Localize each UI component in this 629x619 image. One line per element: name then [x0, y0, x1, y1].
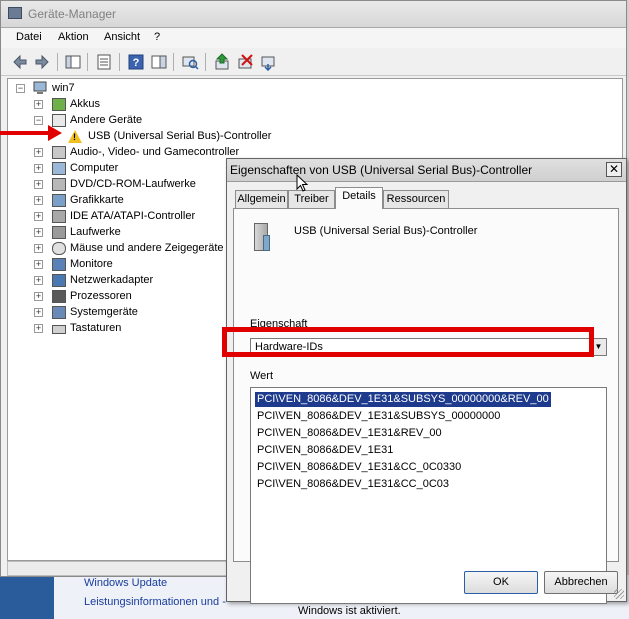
tree-item-label: Computer [70, 162, 119, 174]
update-driver-icon[interactable] [213, 53, 231, 71]
show-hide-console-tree-icon[interactable] [64, 53, 82, 71]
tree-item-label: Prozessoren [70, 290, 132, 302]
battery-icon [52, 98, 66, 111]
tree-item-label: IDE ATA/ATAPI-Controller [70, 210, 196, 222]
title-bar[interactable]: Geräte-Manager [1, 1, 626, 28]
network-adapter-icon [52, 274, 66, 287]
mouse-icon [52, 242, 66, 255]
expand-icon[interactable]: + [34, 308, 43, 317]
value-label: Wert [250, 370, 274, 382]
forward-icon[interactable] [33, 53, 51, 71]
list-item[interactable]: PCI\VEN_8086&DEV_1E31&SUBSYS_00000000 [257, 409, 500, 424]
toolbar: ? [1, 49, 626, 76]
tree-item-label: Laufwerke [70, 226, 121, 238]
menu-ansicht[interactable]: Ansicht [104, 31, 140, 43]
expand-icon[interactable]: + [34, 324, 43, 333]
menu-bar: Datei Aktion Ansicht ? [1, 28, 626, 48]
tree-item-label: Tastaturen [70, 322, 122, 334]
list-item[interactable]: PCI\VEN_8086&DEV_1E31&CC_0C0330 [257, 460, 461, 475]
speaker-icon [52, 146, 66, 159]
tree-item-label: Audio-, Video- und Gamecontroller [70, 146, 240, 158]
device-name: USB (Universal Serial Bus)-Controller [294, 225, 478, 237]
expand-icon[interactable]: + [34, 180, 43, 189]
keyboard-icon [52, 325, 66, 334]
disk-drive-icon [52, 226, 66, 239]
menu-datei[interactable]: Datei [16, 31, 42, 43]
tab-allgemein[interactable]: Allgemein [235, 190, 288, 208]
uninstall-icon[interactable] [236, 53, 254, 71]
dvd-drive-icon [52, 178, 66, 191]
collapse-icon[interactable]: − [16, 84, 25, 93]
scan-hardware-icon[interactable] [181, 53, 199, 71]
display-adapter-icon [52, 194, 66, 207]
system-devices-icon [52, 306, 66, 319]
list-item[interactable]: PCI\VEN_8086&DEV_1E31&SUBSYS_00000000&RE… [255, 392, 551, 407]
expand-icon[interactable]: + [34, 100, 43, 109]
action-pane-icon[interactable] [150, 53, 168, 71]
tree-item-label: Grafikkarte [70, 194, 124, 206]
ide-controller-icon [52, 210, 66, 223]
tree-item-label: Mäuse und andere Zeigegeräte [70, 242, 224, 254]
tree-item-label: Akkus [70, 98, 100, 110]
back-icon[interactable] [11, 53, 29, 71]
expand-icon[interactable]: + [34, 228, 43, 237]
tree-item-label: Monitore [70, 258, 113, 270]
window-title: Geräte-Manager [28, 7, 117, 21]
tab-details[interactable]: Details [335, 187, 383, 209]
annotation-arrow [0, 131, 52, 135]
enable-device-icon[interactable] [259, 53, 277, 71]
monitor-icon [52, 258, 66, 271]
mouse-cursor-icon [296, 174, 308, 192]
expand-icon[interactable]: + [34, 148, 43, 157]
processor-icon [52, 290, 66, 303]
tab-ressourcen[interactable]: Ressourcen [383, 190, 449, 208]
details-panel: USB (Universal Serial Bus)-Controller Ei… [233, 208, 619, 604]
performance-info-link[interactable]: Leistungsinformationen und - [84, 596, 226, 608]
tree-item-label: Netzwerkadapter [70, 274, 154, 286]
device-manager-icon [8, 7, 22, 19]
annotation-highlight-box [222, 327, 594, 357]
tree-item-label: Systemgeräte [70, 306, 138, 318]
computer-icon [33, 81, 47, 94]
list-item[interactable]: PCI\VEN_8086&DEV_1E31&REV_00 [257, 426, 442, 441]
properties-dialog: Eigenschaften von USB (Universal Serial … [226, 158, 627, 604]
tree-item-label: Andere Geräte [70, 114, 143, 126]
list-item[interactable]: PCI\VEN_8086&DEV_1E31&CC_0C03 [257, 477, 449, 492]
expand-icon[interactable]: + [34, 196, 43, 205]
expand-icon[interactable]: + [34, 276, 43, 285]
expand-icon[interactable]: + [34, 292, 43, 301]
svg-text:?: ? [133, 57, 140, 69]
tree-item-label: DVD/CD-ROM-Laufwerke [70, 178, 196, 190]
tree-item-label: USB (Universal Serial Bus)-Controller [88, 130, 272, 142]
collapse-icon[interactable]: − [34, 116, 43, 125]
dialog-title-bar[interactable]: Eigenschaften von USB (Universal Serial … [227, 159, 626, 182]
windows-update-link[interactable]: Windows Update [84, 577, 167, 589]
expand-icon[interactable]: + [34, 260, 43, 269]
help-icon[interactable]: ? [127, 53, 145, 71]
tab-treiber[interactable]: Treiber [288, 190, 335, 208]
cancel-button[interactable]: Abbrechen [544, 571, 618, 594]
tree-root-label: win7 [52, 82, 75, 94]
close-button[interactable]: ✕ [606, 162, 622, 177]
computer-icon [52, 162, 66, 175]
properties-icon[interactable] [95, 53, 113, 71]
activation-status: Windows ist aktiviert. [298, 605, 401, 617]
background-sidebar [0, 575, 54, 619]
menu-help[interactable]: ? [154, 31, 160, 43]
list-item[interactable]: PCI\VEN_8086&DEV_1E31 [257, 443, 393, 458]
tree-item-usb-controller[interactable]: ! USB (Universal Serial Bus)-Controller [66, 129, 326, 145]
resize-grip[interactable] [614, 589, 624, 599]
annotation-arrow-head [48, 125, 62, 141]
expand-icon[interactable]: + [34, 212, 43, 221]
ok-button[interactable]: OK [464, 571, 538, 594]
expand-icon[interactable]: + [34, 164, 43, 173]
expand-icon[interactable]: + [34, 244, 43, 253]
dialog-title: Eigenschaften von USB (Universal Serial … [230, 163, 533, 177]
menu-aktion[interactable]: Aktion [58, 31, 89, 43]
